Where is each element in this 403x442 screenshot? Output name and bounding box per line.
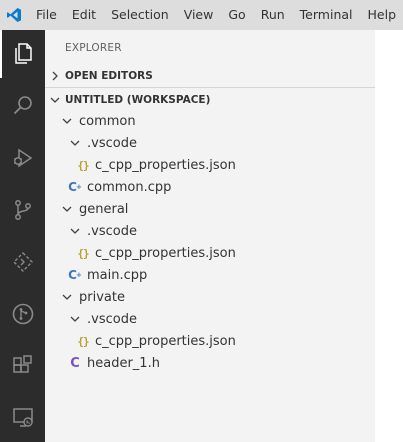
cpp-file-icon: C + xyxy=(68,268,82,282)
folder-private[interactable]: private xyxy=(45,286,375,308)
file-label: main.cpp xyxy=(87,267,148,283)
explorer-title: EXPLORER xyxy=(65,42,122,54)
file-header-h[interactable]: C header_1.h xyxy=(45,352,375,374)
chevron-down-icon xyxy=(59,289,75,305)
remote-explorer-icon xyxy=(12,252,33,272)
menu-selection[interactable]: Selection xyxy=(103,0,176,30)
chevron-right-icon xyxy=(45,70,65,82)
remote-window-icon xyxy=(12,408,33,427)
remote-window-activity-button[interactable] xyxy=(0,394,45,442)
menu-help[interactable]: Help xyxy=(360,0,403,30)
section-divider xyxy=(45,87,375,88)
file-private-cpp-properties[interactable]: {} c_cpp_properties.json xyxy=(45,330,375,352)
files-icon xyxy=(14,43,32,64)
file-label: c_cpp_properties.json xyxy=(95,157,236,173)
file-label: c_cpp_properties.json xyxy=(95,333,236,349)
menu-view[interactable]: View xyxy=(176,0,221,30)
folder-general-vscode[interactable]: .vscode xyxy=(45,220,375,242)
file-common-cpp-properties[interactable]: {} c_cpp_properties.json xyxy=(45,154,375,176)
folder-label: general xyxy=(79,201,129,217)
file-main-cpp[interactable]: C + main.cpp xyxy=(45,264,375,286)
open-editors-label: OPEN EDITORS xyxy=(65,70,153,82)
vscode-logo-icon xyxy=(0,0,28,30)
chevron-down-icon xyxy=(67,223,83,239)
title-bar: File Edit Selection View Go Run Terminal… xyxy=(0,0,403,30)
folder-label: .vscode xyxy=(87,135,137,151)
source-control-icon xyxy=(14,200,31,220)
menu-file[interactable]: File xyxy=(28,0,64,30)
folder-label: .vscode xyxy=(87,223,137,239)
chevron-down-icon xyxy=(45,94,65,106)
folder-general[interactable]: general xyxy=(45,198,375,220)
explorer-sidebar: EXPLORER OPEN EDITORS UNTITLED (WORKSPAC… xyxy=(45,30,375,442)
folder-private-vscode[interactable]: .vscode xyxy=(45,308,375,330)
file-common-cpp[interactable]: C + common.cpp xyxy=(45,176,375,198)
folder-label: common xyxy=(79,113,136,129)
json-file-icon: {} xyxy=(77,334,89,348)
extensions-icon xyxy=(12,355,32,373)
editor-area[interactable] xyxy=(375,30,403,442)
workspace-label: UNTITLED (WORKSPACE) xyxy=(65,94,211,106)
source-control-activity-button[interactable] xyxy=(0,186,45,234)
run-debug-activity-button[interactable] xyxy=(0,134,45,182)
activity-bar xyxy=(0,30,45,442)
open-editors-section[interactable]: OPEN EDITORS xyxy=(45,65,375,87)
explorer-activity-button[interactable] xyxy=(0,30,45,78)
chevron-down-icon xyxy=(67,311,83,327)
folder-common-vscode[interactable]: .vscode xyxy=(45,132,375,154)
folder-label: private xyxy=(79,289,125,305)
file-label: c_cpp_properties.json xyxy=(95,245,236,261)
file-general-cpp-properties[interactable]: {} c_cpp_properties.json xyxy=(45,242,375,264)
json-file-icon: {} xyxy=(77,158,89,172)
menu-edit[interactable]: Edit xyxy=(64,0,103,30)
search-icon xyxy=(13,96,32,115)
git-graph-icon xyxy=(12,303,33,325)
folder-label: .vscode xyxy=(87,311,137,327)
menu-bar: File Edit Selection View Go Run Terminal… xyxy=(28,0,403,30)
file-label: common.cpp xyxy=(87,179,172,195)
chevron-down-icon xyxy=(59,201,75,217)
extensions-activity-button[interactable] xyxy=(0,342,45,390)
workspace-section[interactable]: UNTITLED (WORKSPACE) xyxy=(45,89,375,111)
chevron-down-icon xyxy=(67,135,83,151)
search-activity-button[interactable] xyxy=(0,82,45,130)
menu-go[interactable]: Go xyxy=(220,0,252,30)
run-debug-icon xyxy=(13,148,32,168)
c-header-file-icon: C xyxy=(70,355,80,371)
git-graph-activity-button[interactable] xyxy=(0,290,45,338)
cpp-file-icon: C + xyxy=(68,180,82,194)
folder-common[interactable]: common xyxy=(45,110,375,132)
menu-terminal[interactable]: Terminal xyxy=(292,0,360,30)
json-file-icon: {} xyxy=(77,246,89,260)
remote-explorer-activity-button[interactable] xyxy=(0,238,45,286)
menu-run[interactable]: Run xyxy=(253,0,292,30)
chevron-down-icon xyxy=(59,113,75,129)
file-label: header_1.h xyxy=(87,355,160,371)
